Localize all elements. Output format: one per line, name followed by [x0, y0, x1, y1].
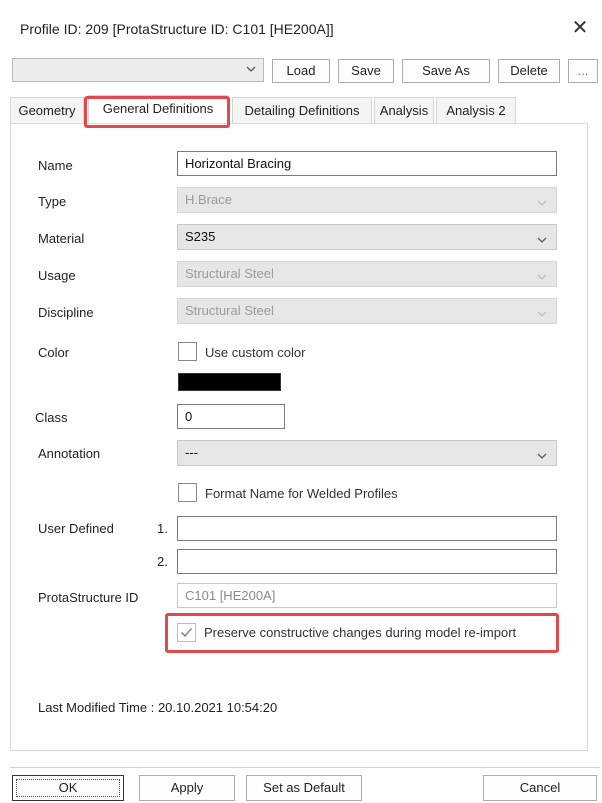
color-label: Color — [38, 345, 70, 360]
custom-color-label: Use custom color — [205, 345, 306, 360]
class-label: Class — [35, 410, 68, 425]
close-icon[interactable]: ✕ — [568, 16, 592, 40]
chevron-down-icon — [536, 230, 548, 243]
usage-value: Structural Steel — [185, 266, 274, 281]
format-name-checkbox[interactable] — [178, 483, 197, 502]
discipline-value: Structural Steel — [185, 303, 274, 318]
material-label: Material — [38, 231, 85, 246]
discipline-label: Discipline — [38, 305, 94, 320]
prota-id-label: ProtaStructure ID — [38, 590, 139, 605]
footer-divider — [10, 767, 600, 768]
save-as-button[interactable]: Save As — [402, 59, 490, 83]
annotation-value: --- — [185, 445, 198, 460]
class-input[interactable]: 0 — [177, 404, 285, 429]
custom-color-checkbox[interactable] — [178, 342, 197, 361]
user-defined-input-1[interactable] — [177, 516, 557, 541]
material-dropdown[interactable]: S235 — [177, 224, 557, 250]
checkmark-icon — [180, 627, 193, 638]
save-button[interactable]: Save — [338, 59, 394, 83]
preserve-label: Preserve constructive changes during mod… — [204, 625, 517, 640]
type-label: Type — [38, 194, 67, 209]
preserve-checkbox[interactable] — [177, 623, 196, 642]
user-defined-input-2[interactable] — [177, 549, 557, 574]
chevron-down-icon — [536, 446, 548, 459]
tab-analysis[interactable]: Analysis — [374, 97, 434, 123]
focus-rect — [16, 779, 120, 797]
general-definitions-panel — [10, 123, 588, 751]
chevron-down-icon — [536, 304, 548, 317]
name-input[interactable]: Horizontal Bracing — [177, 151, 557, 176]
usage-dropdown[interactable]: Structural Steel — [177, 261, 557, 287]
set-as-default-button[interactable]: Set as Default — [246, 775, 362, 801]
prota-id-field: C101 [HE200A] — [177, 583, 557, 608]
window-title: Profile ID: 209 [ProtaStructure ID: C101… — [20, 21, 334, 37]
chevron-down-icon — [536, 193, 548, 206]
user-defined-index-2: 2. — [157, 554, 168, 569]
delete-button[interactable]: Delete — [498, 59, 560, 83]
material-value: S235 — [185, 229, 216, 244]
type-dropdown[interactable]: H.Brace — [177, 187, 557, 213]
discipline-dropdown[interactable]: Structural Steel — [177, 298, 557, 324]
name-label: Name — [38, 158, 73, 173]
tab-analysis-2[interactable]: Analysis 2 — [436, 97, 516, 123]
color-swatch[interactable] — [178, 373, 281, 391]
last-modified-text: Last Modified Time : 20.10.2021 10:54:20 — [38, 700, 278, 715]
ok-button[interactable]: OK — [12, 775, 124, 801]
tab-strip: Geometry General Definitions Detailing D… — [10, 95, 600, 123]
tab-detailing-definitions[interactable]: Detailing Definitions — [232, 97, 372, 123]
user-defined-index-1: 1. — [157, 521, 168, 536]
preset-combo[interactable] — [12, 58, 264, 82]
load-button[interactable]: Load — [272, 59, 330, 83]
chevron-down-icon — [536, 267, 548, 280]
annotation-label: Annotation — [38, 446, 101, 461]
apply-button[interactable]: Apply — [139, 775, 235, 801]
chevron-down-icon — [245, 62, 257, 76]
tab-general-definitions[interactable]: General Definitions — [88, 95, 228, 123]
type-value: H.Brace — [185, 192, 232, 207]
usage-label: Usage — [38, 268, 76, 283]
cancel-button[interactable]: Cancel — [483, 775, 597, 801]
annotation-dropdown[interactable]: --- — [177, 440, 557, 466]
more-button[interactable]: ... — [568, 59, 598, 83]
user-defined-label: User Defined — [38, 521, 114, 536]
format-name-label: Format Name for Welded Profiles — [205, 486, 398, 501]
tab-geometry[interactable]: Geometry — [10, 97, 84, 123]
